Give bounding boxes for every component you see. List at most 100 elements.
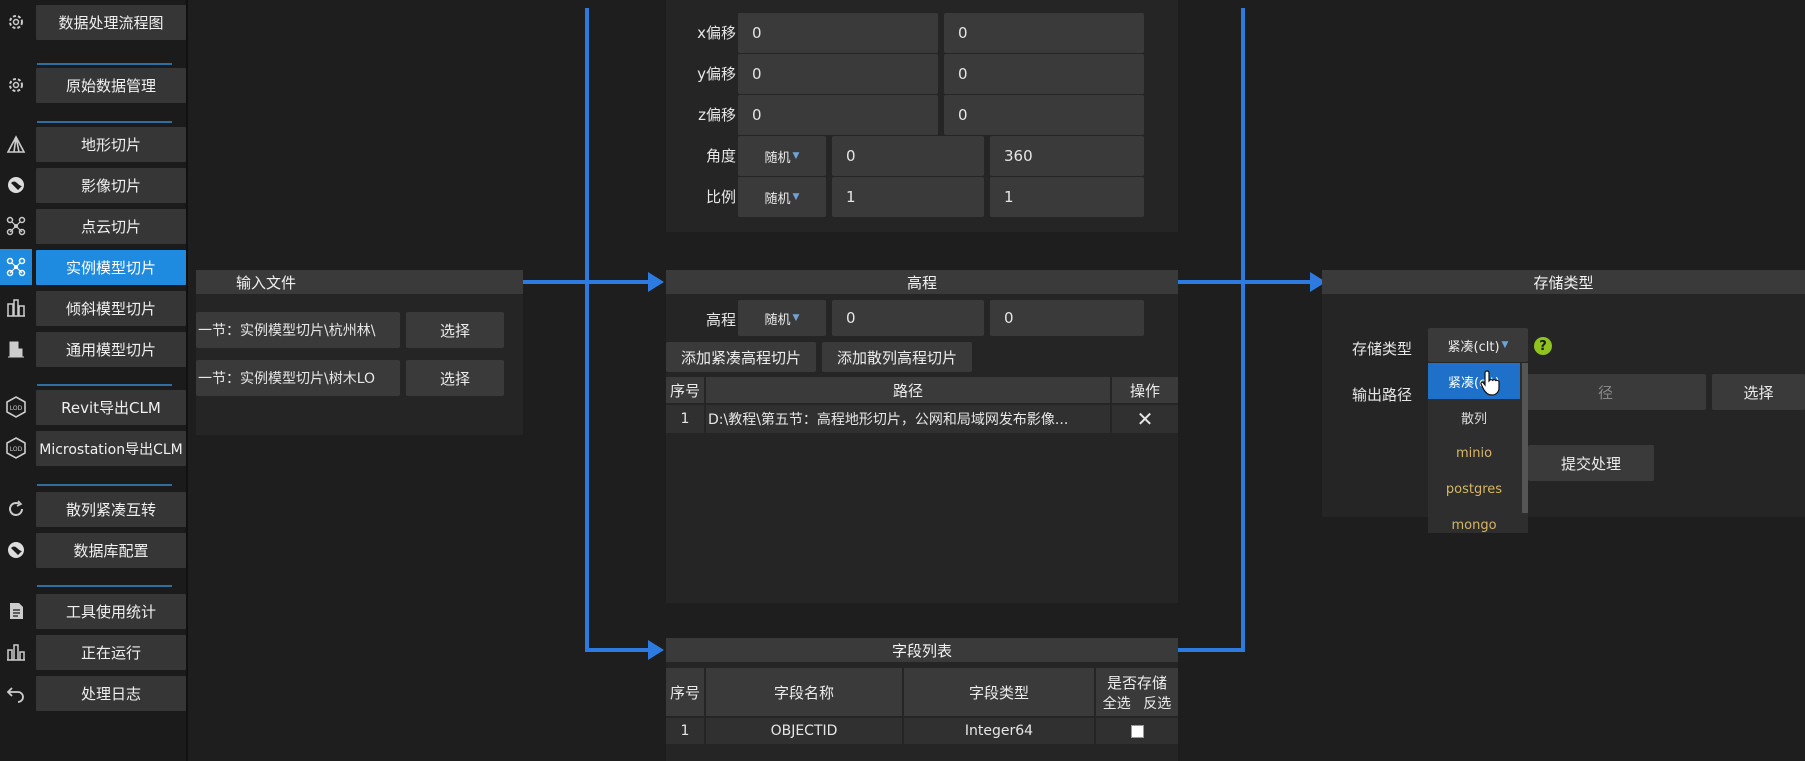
table-cell-index: 1 <box>666 405 704 433</box>
add-scatter-elevation-button[interactable]: 添加散列高程切片 <box>822 342 972 372</box>
sidebar-item-label: 数据库配置 <box>36 533 186 568</box>
flow-line <box>1178 648 1244 652</box>
scale-mode-select[interactable]: 随机 ▼ <box>738 177 826 217</box>
dropdown-option-scatter[interactable]: 散列 <box>1428 399 1520 435</box>
table-cell-store <box>1096 718 1178 744</box>
dropdown-scrollbar[interactable] <box>1522 363 1528 513</box>
select-value: 紧凑(clt) <box>1447 339 1500 355</box>
choose-file-button[interactable]: 选择 <box>406 312 504 348</box>
flow-line <box>585 648 650 652</box>
caret-down-icon: ▼ <box>792 151 800 161</box>
choose-file-button[interactable]: 选择 <box>406 360 504 396</box>
sidebar-item-microstation-export[interactable]: LOD Microstation导出CLM <box>0 430 188 466</box>
sidebar-item-label: Microstation导出CLM <box>36 431 186 466</box>
sidebar-item-label: 原始数据管理 <box>36 68 186 103</box>
sidebar-item-label: 地形切片 <box>36 127 186 162</box>
sidebar-item-generic-model[interactable]: 通用模型切片 <box>0 331 188 367</box>
help-icon[interactable]: ? <box>1534 337 1552 355</box>
storage-type-select[interactable]: 紧凑(clt) ▼ <box>1428 328 1528 362</box>
sidebar-item-oblique-model[interactable]: 倾斜模型切片 <box>0 290 188 326</box>
angle-mode-select[interactable]: 随机 ▼ <box>738 136 826 176</box>
caret-down-icon: ▼ <box>792 192 800 202</box>
buildings-icon <box>4 296 28 320</box>
table-cell-field-type: Integer64 <box>904 718 1094 744</box>
sidebar-item-label: 影像切片 <box>36 168 186 203</box>
delete-row-button[interactable]: ✕ <box>1112 405 1178 433</box>
invert-selection-link[interactable]: 反选 <box>1143 696 1171 712</box>
store-checkbox[interactable] <box>1130 724 1144 738</box>
sidebar-item-revit-export[interactable]: LOD Revit导出CLM <box>0 389 188 425</box>
dropdown-option-compact[interactable]: 紧凑(clt) <box>1428 363 1520 399</box>
z-offset-label: z偏移 <box>698 106 736 124</box>
y-offset-input-1[interactable]: 0 <box>738 54 938 94</box>
sidebar-item-label: 数据处理流程图 <box>36 5 186 40</box>
angle-min-input[interactable]: 0 <box>832 136 984 176</box>
input-files-panel: 输入文件 一节：实例模型切片\杭州林\ 选择 一节：实例模型切片\树木LO 选择 <box>196 270 523 435</box>
sidebar: 数据处理流程图 原始数据管理 地形切片 影像切片 点云切片 实例模型切片 倾斜模… <box>0 0 188 761</box>
x-offset-label: x偏移 <box>697 24 736 42</box>
sidebar-item-stats[interactable]: 工具使用统计 <box>0 593 188 629</box>
hand-cursor-icon <box>1480 370 1500 396</box>
table-header-action: 操作 <box>1112 377 1178 403</box>
dropdown-option-mongo[interactable]: mongo <box>1428 507 1520 533</box>
gear-icon <box>4 10 28 34</box>
sidebar-item-logs[interactable]: 处理日志 <box>0 675 188 711</box>
elevation-input-2[interactable]: 0 <box>990 300 1144 336</box>
sidebar-item-pointcloud[interactable]: 点云切片 <box>0 208 188 244</box>
y-offset-input-2[interactable]: 0 <box>944 54 1144 94</box>
flow-line <box>585 8 589 652</box>
flow-line <box>1178 280 1312 284</box>
angle-max-input[interactable]: 360 <box>990 136 1144 176</box>
globe-icon <box>4 538 28 562</box>
storage-type-dropdown: 紧凑(clt) 散列 minio postgres mongo <box>1428 363 1528 533</box>
scale-min-input[interactable]: 1 <box>832 177 984 217</box>
hexagon-icon: LOD <box>4 436 28 460</box>
x-offset-input-1[interactable]: 0 <box>738 13 938 53</box>
panel-title: 输入文件 <box>196 270 523 294</box>
file-path-field[interactable]: 一节：实例模型切片\杭州林\ <box>196 312 400 348</box>
sidebar-item-label: 工具使用统计 <box>36 594 186 629</box>
sidebar-item-running[interactable]: 正在运行 <box>0 634 188 670</box>
panel-title: 高程 <box>666 270 1178 294</box>
file-path-field[interactable]: 一节：实例模型切片\树木LO <box>196 360 400 396</box>
divider <box>37 384 172 386</box>
dropdown-option-minio[interactable]: minio <box>1428 435 1520 471</box>
z-offset-input-1[interactable]: 0 <box>738 95 938 135</box>
scale-max-input[interactable]: 1 <box>990 177 1144 217</box>
sidebar-item-convert[interactable]: 散列紧凑互转 <box>0 491 188 527</box>
store-header-label: 是否存储 <box>1106 673 1167 692</box>
table-cell-index: 1 <box>666 718 704 744</box>
panel-title: 存储类型 <box>1322 270 1805 294</box>
divider <box>37 63 172 65</box>
sidebar-item-label: 倾斜模型切片 <box>36 291 186 326</box>
svg-text:LOD: LOD <box>10 446 23 453</box>
sidebar-item-database[interactable]: 数据库配置 <box>0 532 188 568</box>
choose-output-button[interactable]: 选择 <box>1712 374 1805 410</box>
elevation-mode-select[interactable]: 随机 ▼ <box>738 300 826 336</box>
x-offset-input-2[interactable]: 0 <box>944 13 1144 53</box>
sidebar-item-raw-data[interactable]: 原始数据管理 <box>0 67 188 103</box>
sidebar-item-label: 正在运行 <box>36 635 186 670</box>
network-icon <box>0 249 32 285</box>
z-offset-input-2[interactable]: 0 <box>944 95 1144 135</box>
select-all-link[interactable]: 全选 <box>1103 696 1131 712</box>
fields-panel: 字段列表 序号 字段名称 字段类型 是否存储 全选 反选 1 OBJECTID … <box>666 638 1178 761</box>
caret-down-icon: ▼ <box>1501 340 1509 350</box>
add-compact-elevation-button[interactable]: 添加紧凑高程切片 <box>666 342 816 372</box>
sidebar-item-terrain[interactable]: 地形切片 <box>0 126 188 162</box>
sidebar-item-imagery[interactable]: 影像切片 <box>0 167 188 203</box>
angle-label: 角度 <box>705 147 736 165</box>
panel-title: 字段列表 <box>666 638 1178 662</box>
sidebar-item-flowchart[interactable]: 数据处理流程图 <box>0 4 188 40</box>
submit-button[interactable]: 提交处理 <box>1528 445 1654 481</box>
transform-panel: x偏移 0 0 y偏移 0 0 z偏移 0 0 角度 随机 ▼ 0 360 比例 … <box>666 0 1178 232</box>
select-value: 随机 <box>764 191 791 207</box>
dropdown-option-postgres[interactable]: postgres <box>1428 471 1520 507</box>
divider <box>37 484 172 486</box>
svg-text:LOD: LOD <box>10 405 23 412</box>
sidebar-item-label: 处理日志 <box>36 676 186 711</box>
sidebar-item-instance-model[interactable]: 实例模型切片 <box>0 249 188 285</box>
storage-panel: 存储类型 存储类型 紧凑(clt) ▼ ? 输出路径 径 选择 提交处理 <box>1322 270 1805 517</box>
sidebar-item-label: 通用模型切片 <box>36 332 186 367</box>
elevation-input-1[interactable]: 0 <box>832 300 984 336</box>
